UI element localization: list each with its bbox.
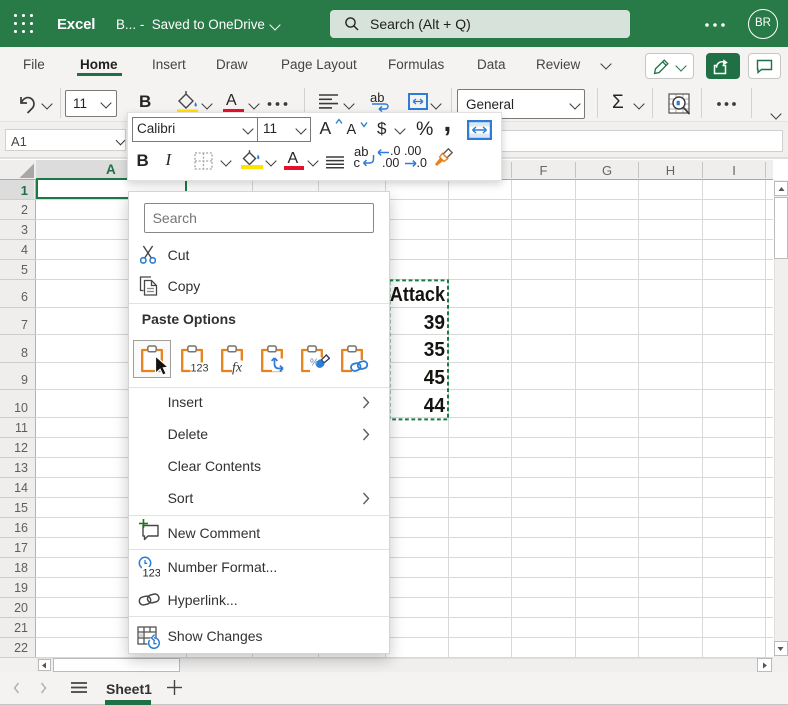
svg-text:123: 123 — [191, 362, 209, 374]
svg-text:fx: fx — [232, 361, 243, 376]
svg-text:123: 123 — [143, 568, 161, 579]
